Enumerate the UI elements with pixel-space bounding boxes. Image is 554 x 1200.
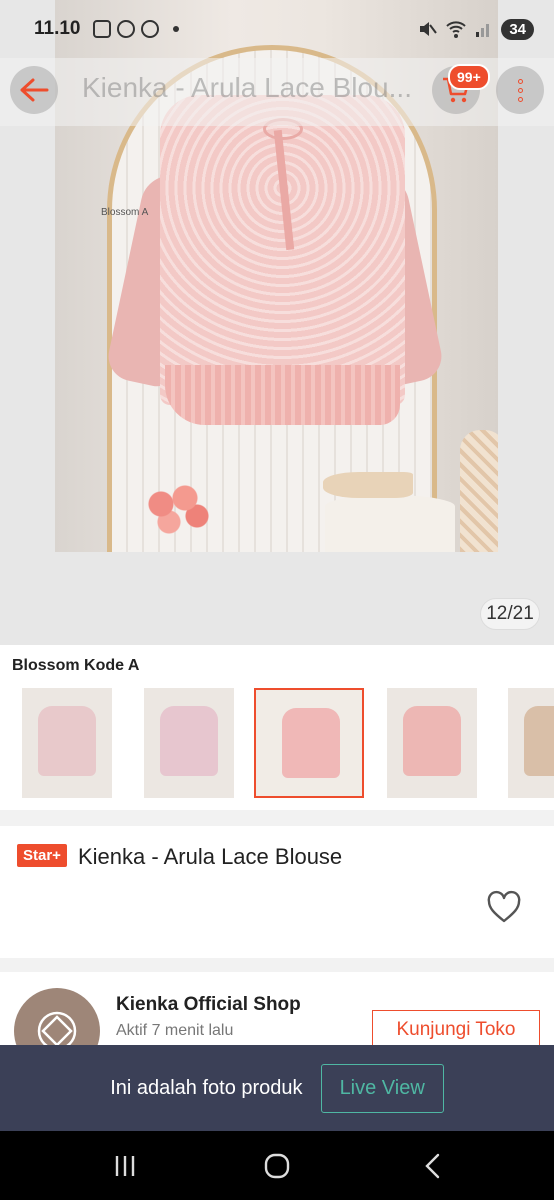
live-view-banner: Ini adalah foto produk Live View xyxy=(0,1045,554,1131)
signal-icon xyxy=(476,24,490,37)
recent-apps-icon[interactable] xyxy=(110,1151,140,1181)
flower-vase xyxy=(137,480,217,540)
product-detail-screen: Blossom A 12/21 11.10 34 Kienka - Arula … xyxy=(0,0,554,1200)
visit-shop-button[interactable]: Kunjungi Toko xyxy=(372,1010,540,1050)
system-icons: 34 xyxy=(417,18,534,40)
variant-thumbnails xyxy=(22,688,554,800)
status-bar: 11.10 34 xyxy=(0,0,554,58)
battery-indicator: 34 xyxy=(501,18,534,40)
blouse-hem xyxy=(165,365,400,425)
rattan-chair xyxy=(460,430,498,552)
banner-text: Ini adalah foto produk xyxy=(110,1076,303,1099)
shop-name[interactable]: Kienka Official Shop xyxy=(116,994,301,1016)
app-notification-icon xyxy=(140,20,159,38)
wifi-icon xyxy=(446,21,467,38)
image-counter: 12/21 xyxy=(480,598,540,630)
status-time: 11.10 xyxy=(34,18,81,39)
screenshot-icon xyxy=(92,20,111,38)
shoes xyxy=(323,472,413,498)
shop-active-status: Aktif 7 menit lalu xyxy=(116,1022,234,1039)
nav-back-icon[interactable] xyxy=(418,1151,448,1181)
variant-title: Blossom Kode A xyxy=(12,657,140,674)
variant-selector: Blossom Kode A xyxy=(0,645,554,810)
top-app-bar: Kienka - Arula Lace Blou... 99+ xyxy=(0,58,554,126)
photo-caption: Blossom A xyxy=(101,207,149,218)
more-dot-icon xyxy=(517,78,523,84)
more-dot-icon xyxy=(517,96,523,102)
variant-thumbnail[interactable] xyxy=(387,688,477,798)
variant-thumbnail[interactable] xyxy=(144,688,234,798)
variant-thumbnail[interactable] xyxy=(22,688,112,798)
variant-blouse-preview xyxy=(403,706,461,776)
variant-thumbnail[interactable] xyxy=(254,688,364,798)
more-dot-icon xyxy=(517,87,523,93)
cart-count-badge: 99+ xyxy=(448,64,490,90)
product-title-card: Star+ Kienka - Arula Lace Blouse xyxy=(0,826,554,958)
variant-blouse-preview xyxy=(282,708,340,778)
live-view-button[interactable]: Live View xyxy=(320,1063,444,1113)
more-options-button[interactable] xyxy=(496,66,544,114)
back-button[interactable] xyxy=(10,66,58,114)
favorite-heart-icon[interactable] xyxy=(486,890,522,926)
more-notifications-dot xyxy=(172,26,179,32)
variant-blouse-preview xyxy=(524,706,554,776)
system-navigation-bar xyxy=(0,1131,554,1200)
side-table xyxy=(325,495,455,552)
whatsapp-icon xyxy=(116,20,135,38)
variant-thumbnail[interactable] xyxy=(508,688,554,798)
variant-blouse-preview xyxy=(38,706,96,776)
notification-icons xyxy=(92,20,179,38)
star-plus-badge: Star+ xyxy=(17,844,67,867)
arrow-left-icon xyxy=(20,78,49,102)
home-icon[interactable] xyxy=(262,1151,292,1181)
variant-blouse-preview xyxy=(160,706,218,776)
page-title: Kienka - Arula Lace Blou... xyxy=(82,72,412,103)
product-name: Kienka - Arula Lace Blouse xyxy=(78,844,343,869)
mute-icon xyxy=(420,22,438,36)
